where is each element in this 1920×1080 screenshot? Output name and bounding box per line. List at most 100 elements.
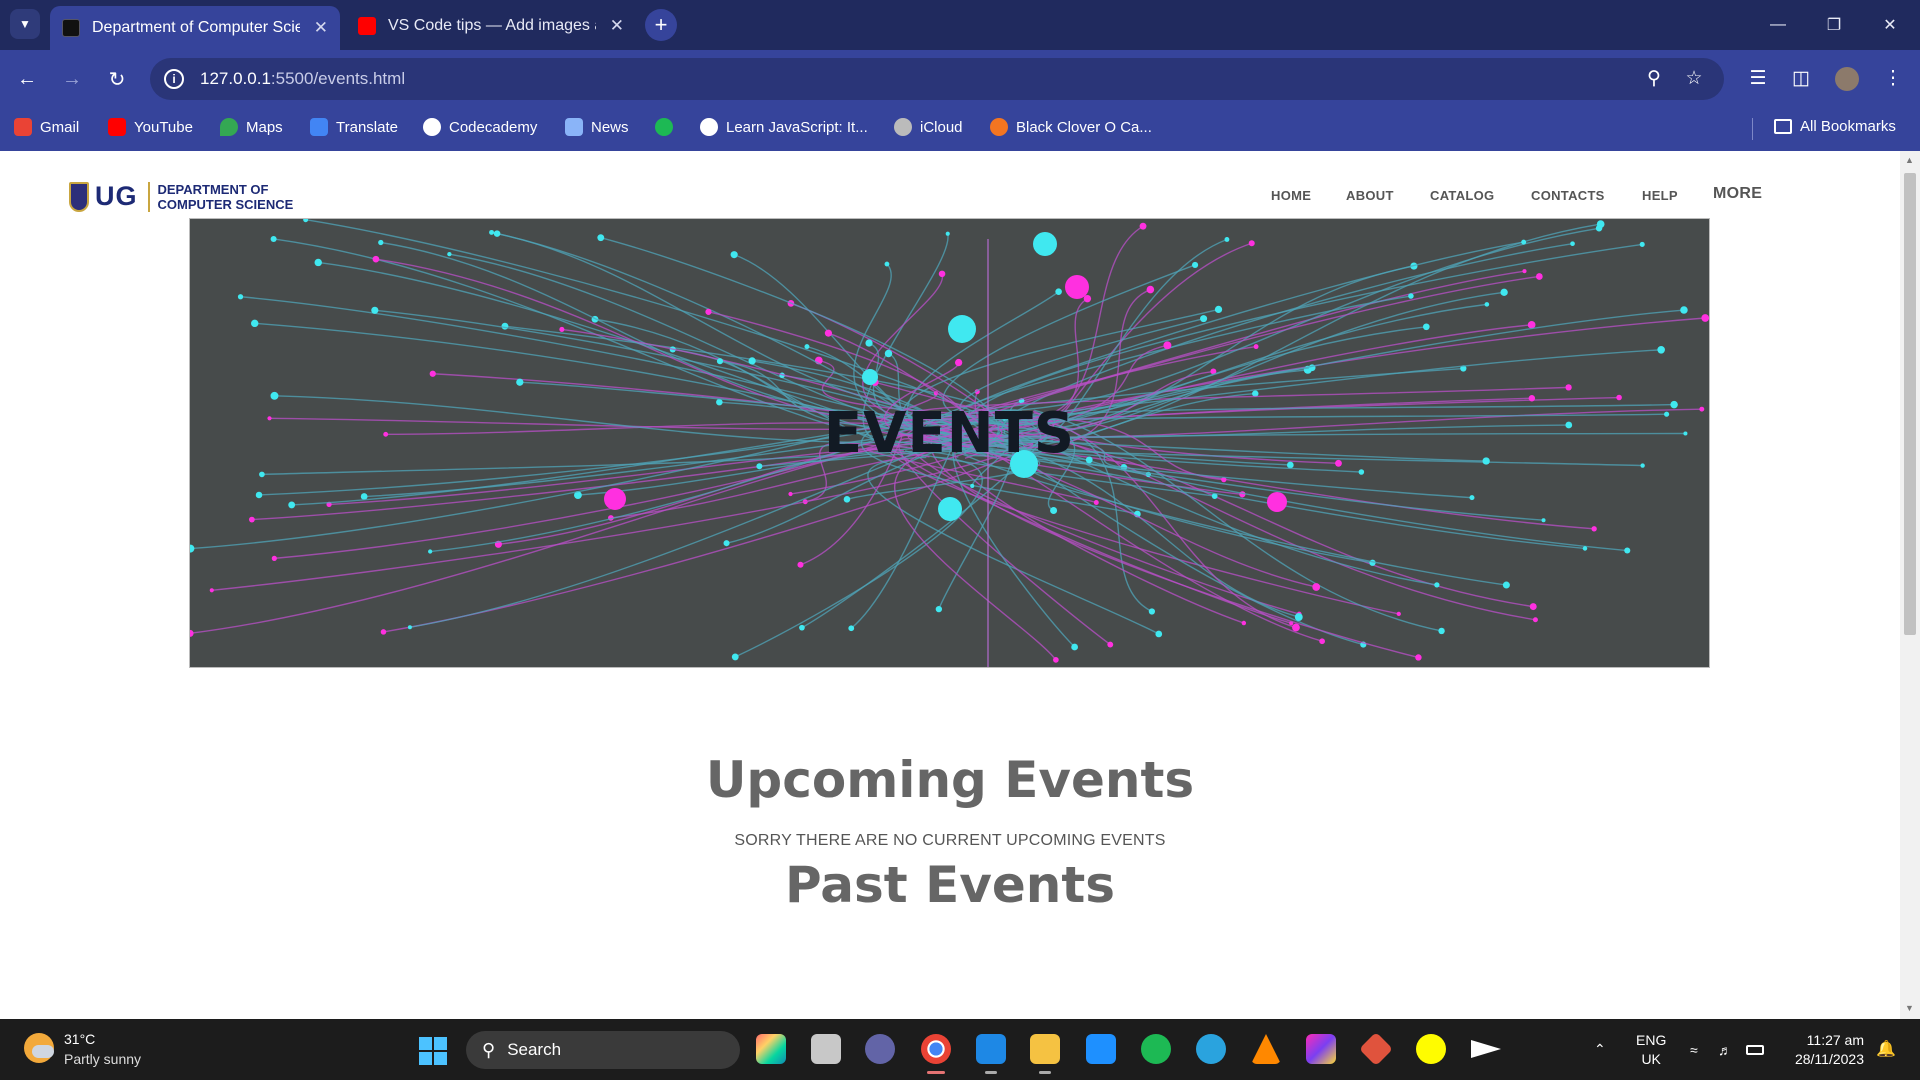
wifi-icon[interactable]: ≈ [1690,1019,1698,1080]
menu-kebab-icon[interactable]: ⋮ [1878,64,1908,94]
intellij-icon[interactable] [1306,1034,1336,1064]
task-view-icon[interactable] [811,1034,841,1064]
network-dot [251,319,259,328]
close-tab-icon[interactable]: ✕ [314,18,328,38]
back-button[interactable]: ← [12,64,42,94]
clock-date: 28/11/2023 [1794,1051,1864,1067]
nav-more[interactable]: MORE [1713,185,1762,203]
terminal-app-icon[interactable] [1471,1040,1501,1058]
network-dot [1319,638,1325,645]
network-dot [1535,273,1543,280]
network-dot [1191,261,1199,269]
language-indicator[interactable]: ENG UK [1636,1031,1666,1069]
all-bookmarks-label: All Bookmarks [1800,118,1896,135]
bookmark-black-clover[interactable]: Black Clover O Ca... [990,118,1152,136]
tab-search-button[interactable]: ▼ [10,9,40,39]
tab-department[interactable]: Department of Computer Scien ✕ [50,6,340,50]
side-panel-icon[interactable]: ◫ [1786,64,1816,94]
scroll-down-arrow-icon[interactable]: ▼ [1905,1003,1914,1013]
weather-condition[interactable]: Partly sunny [64,1051,141,1067]
scrollbar-thumb[interactable] [1904,173,1916,635]
bookmark-star-icon[interactable]: ☆ [1683,68,1705,90]
network-dot [1582,546,1588,551]
taskbar-search-box[interactable]: ⚲ Search [466,1031,740,1069]
bookmark-spotify[interactable] [655,118,681,136]
network-line [1005,225,1144,419]
battery-icon[interactable] [1746,1019,1764,1080]
git-icon[interactable] [1359,1032,1393,1066]
volume-icon[interactable]: ♬ [1718,1019,1732,1080]
network-dot [1701,314,1709,322]
tab-title: VS Code tips — Add images an [388,17,596,34]
new-tab-button[interactable]: + [645,9,677,41]
file-explorer-icon[interactable] [1030,1034,1060,1074]
upcoming-events-heading: Upcoming Events [705,751,1195,809]
copilot-preview-icon[interactable] [756,1034,786,1064]
scroll-up-arrow-icon[interactable]: ▲ [1905,155,1914,165]
network-dot [865,339,873,347]
reload-button[interactable]: ↻ [102,64,132,94]
teams-chat-icon[interactable] [865,1034,895,1064]
nav-help[interactable]: HELP [1642,188,1678,203]
app-store-icon[interactable] [1086,1034,1116,1064]
nav-contacts[interactable]: CONTACTS [1531,188,1605,203]
address-bar[interactable]: i 127.0.0.1:5500/events.html ⚲ ☆ [150,58,1724,100]
logo-ug-text: UG [95,181,138,211]
url-text: 127.0.0.1:5500/events.html [200,69,405,89]
profile-avatar[interactable] [1832,64,1862,94]
page-viewport: UG DEPARTMENT OF COMPUTER SCIENCE HOME A… [0,151,1900,1019]
vscode-icon[interactable] [976,1034,1006,1074]
site-logo[interactable]: UG DEPARTMENT OF COMPUTER SCIENCE [69,181,293,212]
page-scrollbar[interactable]: ▲ ▼ [1900,151,1920,1019]
bookmark-icloud[interactable]: iCloud [894,118,963,136]
nav-catalog[interactable]: CATALOG [1430,188,1494,203]
network-dot [970,483,975,488]
events-hero-banner: EVENTS [189,218,1710,668]
network-dot [209,588,214,593]
network-dot [1522,269,1527,274]
weather-temperature[interactable]: 31°C [64,1031,95,1047]
glowing-node [1267,492,1287,512]
restore-button[interactable]: ❐ [1806,0,1862,50]
bookmark-codecademy[interactable]: Codecademy [423,118,537,136]
bookmark-label: Black Clover O Ca... [1016,118,1152,136]
close-window-button[interactable]: ✕ [1862,0,1918,50]
spotify-icon[interactable] [1141,1034,1171,1064]
network-dot [1139,222,1147,230]
vlc-icon[interactable] [1251,1034,1281,1064]
bookmark-maps[interactable]: Maps [220,118,283,136]
network-dot [705,308,712,315]
bookmark-gmail[interactable]: Gmail [14,118,79,136]
bookmark-translate[interactable]: Translate [310,118,398,136]
notification-bell-icon[interactable]: 🔔 [1876,1039,1896,1058]
windows-start-icon[interactable] [419,1037,447,1065]
nav-home[interactable]: HOME [1271,188,1311,203]
system-clock[interactable]: 11:27 am 28/11/2023 [1784,1031,1864,1069]
bookmark-learn-javascript[interactable]: Learn JavaScript: It... [700,118,868,136]
media-control-icon[interactable]: ☰ [1743,64,1773,94]
tab-vscode-tips[interactable]: VS Code tips — Add images an ✕ [346,6,636,46]
telegram-icon[interactable] [1196,1034,1226,1064]
snapchat-icon[interactable] [1416,1034,1446,1064]
zoom-icon[interactable]: ⚲ [1643,68,1665,90]
network-dot [1591,526,1597,532]
minimize-button[interactable]: — [1750,0,1806,50]
show-hidden-icons-chevron-icon[interactable]: ⌃ [1594,1019,1606,1080]
network-dot [1241,620,1247,626]
bookmark-youtube[interactable]: YouTube [108,118,193,136]
nav-about[interactable]: ABOUT [1346,188,1394,203]
all-bookmarks-button[interactable]: All Bookmarks [1774,118,1896,135]
chrome-icon[interactable] [921,1034,951,1074]
network-dot [730,251,738,259]
network-dot [1163,341,1172,350]
network-dot [731,653,739,661]
close-tab-icon[interactable]: ✕ [610,16,624,36]
forward-button[interactable]: → [57,64,87,94]
weather-partly-sunny-icon[interactable] [24,1033,54,1063]
network-dot [1055,288,1062,295]
back-arrow-icon: ← [17,67,37,90]
bookmark-news[interactable]: News [565,118,629,136]
network-dot [1680,306,1688,314]
site-info-icon[interactable]: i [164,69,184,89]
network-dot [1292,623,1300,632]
